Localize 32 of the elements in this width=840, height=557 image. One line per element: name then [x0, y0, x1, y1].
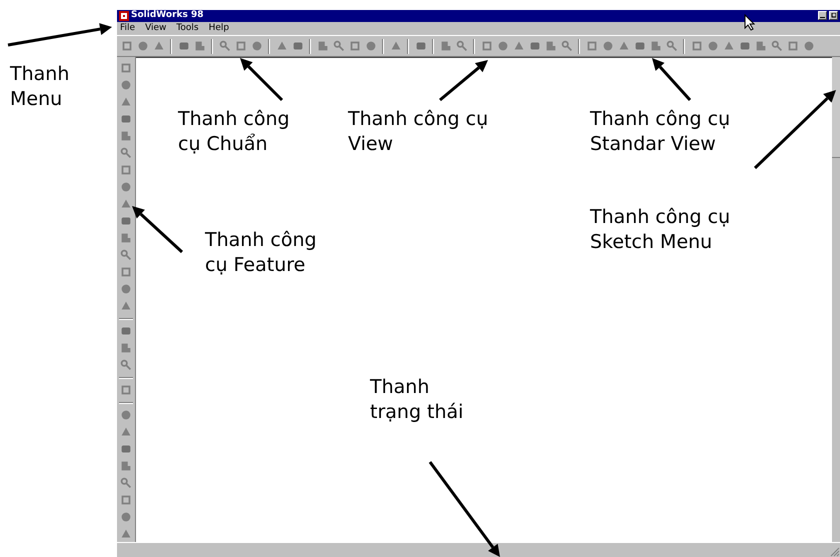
menu-item[interactable]: Help — [208, 23, 230, 34]
tool-icon[interactable] — [217, 38, 232, 54]
callout-label: Thanh Menu — [10, 62, 70, 112]
tool-icon[interactable] — [331, 38, 346, 54]
menu-item[interactable]: Tools — [176, 23, 199, 34]
callout-label: Thanh công cụ Sketch Menu — [590, 205, 730, 255]
callout-label: Thanh trạng thái — [370, 375, 464, 425]
tool-icon[interactable] — [118, 248, 134, 263]
arrow — [240, 58, 284, 102]
menu-item[interactable]: View — [145, 23, 166, 34]
callout-label: Thanh công cụ Feature — [205, 228, 317, 278]
restore-icon — [831, 13, 836, 18]
resize-grip-icon[interactable] — [828, 544, 840, 557]
arrow — [132, 206, 184, 254]
callout-label: Thanh công cụ Chuẩn — [178, 107, 290, 157]
tool-icon[interactable] — [118, 146, 134, 161]
restore-button[interactable] — [829, 11, 838, 20]
tool-icon[interactable] — [454, 38, 469, 54]
tool-icon[interactable] — [118, 476, 134, 491]
arrow — [652, 58, 692, 101]
tool-icon[interactable] — [664, 38, 679, 54]
arrow — [439, 60, 488, 102]
callout-label: Thanh công cụ Standar View — [590, 107, 730, 157]
app-logo-icon — [119, 10, 129, 21]
tool-icon[interactable] — [559, 38, 574, 54]
minimize-button[interactable] — [818, 11, 827, 20]
tool-icon[interactable] — [118, 358, 134, 373]
tool-icon[interactable] — [769, 38, 784, 54]
mouse-pointer-icon — [744, 14, 755, 31]
menu-item[interactable]: File — [120, 23, 136, 34]
callout-label: Thanh công cụ View — [348, 107, 488, 157]
window-title: SolidWorks 98 — [131, 10, 204, 22]
